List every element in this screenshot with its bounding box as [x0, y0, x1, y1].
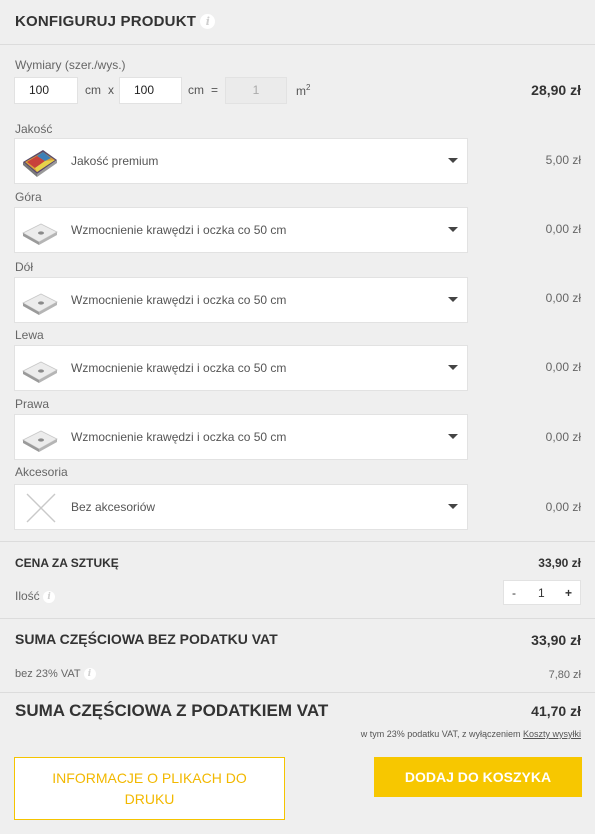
eyelet-edge-icon	[22, 361, 58, 383]
accessories-selected-value: Bez akcesoriów	[71, 500, 156, 514]
increment-button[interactable]: +	[565, 586, 572, 600]
subtotal-net-label: SUMA CZĘŚCIOWA BEZ PODATKU VAT	[15, 631, 278, 647]
quality-label: Jakość	[15, 122, 53, 136]
product-configurator-panel: KONFIGURUJ PRODUKT i Wymiary (szer./wys.…	[0, 0, 595, 834]
divider	[0, 618, 595, 619]
chevron-down-icon	[448, 504, 458, 509]
height-input[interactable]: 100	[119, 77, 182, 104]
top-edge-selected-value: Wzmocnienie krawędzi i oczka co 50 cm	[71, 223, 287, 237]
quality-selected-value: Jakość premium	[71, 154, 159, 168]
chevron-down-icon	[448, 434, 458, 439]
quality-price: 5,00 zł	[545, 153, 581, 167]
left-edge-price: 0,00 zł	[545, 360, 581, 374]
right-edge-select[interactable]: Wzmocnienie krawędzi i oczka co 50 cm	[14, 414, 468, 460]
divider	[0, 541, 595, 542]
top-edge-select[interactable]: Wzmocnienie krawędzi i oczka co 50 cm	[14, 207, 468, 253]
times-sign: x	[108, 83, 114, 97]
eyelet-edge-icon	[22, 430, 58, 452]
eyelet-edge-icon	[22, 293, 58, 315]
bottom-edge-label: Dół	[15, 260, 34, 274]
info-icon[interactable]: i	[200, 14, 216, 29]
accessories-price: 0,00 zł	[545, 500, 581, 514]
add-to-cart-button[interactable]: DODAJ DO KOSZYKA	[374, 757, 582, 797]
bottom-edge-select[interactable]: Wzmocnienie krawędzi i oczka co 50 cm	[14, 277, 468, 323]
height-unit: cm	[188, 83, 204, 97]
configurator-header: KONFIGURUJ PRODUKT i	[0, 0, 595, 45]
quantity-label: Ilość	[15, 589, 40, 603]
top-edge-label: Góra	[15, 190, 42, 204]
print-files-info-label-line1: INFORMACJE O PLIKACH DO	[52, 770, 247, 786]
quality-select[interactable]: Jakość premium	[14, 138, 468, 184]
subtotal-gross-value: 41,70 zł	[531, 703, 581, 719]
vat-value: 7,80 zł	[548, 669, 581, 681]
right-edge-price: 0,00 zł	[545, 430, 581, 444]
width-unit: cm	[85, 83, 101, 97]
chevron-down-icon	[448, 297, 458, 302]
vat-note-text: w tym 23% podatku VAT, z wyłączeniem	[360, 729, 523, 739]
premium-print-icon	[23, 150, 57, 177]
quantity-value[interactable]: 1	[538, 586, 545, 600]
area-unit-base: m	[296, 84, 306, 98]
subtotal-gross-label: SUMA CZĘŚCIOWA Z PODATKIEM VAT	[15, 701, 329, 720]
divider	[0, 692, 595, 693]
subtotal-net-value: 33,90 zł	[531, 632, 581, 648]
vat-label-wrap: bez 23% VAT i	[15, 668, 96, 680]
dimensions-price: 28,90 zł	[531, 82, 581, 98]
page-title: KONFIGURUJ PRODUKT i	[15, 13, 216, 30]
right-edge-selected-value: Wzmocnienie krawędzi i oczka co 50 cm	[71, 430, 287, 444]
shipping-costs-link[interactable]: Koszty wysyłki	[523, 729, 581, 739]
quantity-stepper[interactable]: - 1 +	[503, 580, 581, 605]
vat-label: bez 23% VAT	[15, 668, 81, 680]
page-title-text: KONFIGURUJ PRODUKT	[15, 13, 197, 30]
chevron-down-icon	[448, 158, 458, 163]
area-unit-exponent: 2	[306, 83, 311, 92]
dimensions-label: Wymiary (szer./wys.)	[15, 58, 126, 72]
accessories-select[interactable]: Bez akcesoriów	[14, 484, 468, 530]
area-unit: m2	[296, 83, 310, 98]
vat-note: w tym 23% podatku VAT, z wyłączeniem Kos…	[361, 729, 581, 739]
left-edge-selected-value: Wzmocnienie krawędzi i oczka co 50 cm	[71, 361, 287, 375]
info-icon[interactable]: i	[83, 668, 96, 680]
accessories-label: Akcesoria	[15, 465, 68, 479]
right-edge-label: Prawa	[15, 397, 50, 411]
equals-sign: =	[211, 83, 219, 97]
print-files-info-button[interactable]: INFORMACJE O PLIKACH DO DRUKU	[14, 757, 285, 820]
area-field: 1	[225, 77, 287, 104]
bottom-edge-price: 0,00 zł	[545, 291, 581, 305]
none-cross-icon	[26, 493, 56, 523]
unit-price-label: CENA ZA SZTUKĘ	[15, 556, 119, 570]
eyelet-edge-icon	[22, 223, 58, 245]
width-input[interactable]: 100	[14, 77, 78, 104]
quantity-label-wrap: Ilość i	[15, 589, 56, 603]
chevron-down-icon	[448, 365, 458, 370]
unit-price-value: 33,90 zł	[538, 556, 581, 570]
left-edge-label: Lewa	[15, 328, 44, 342]
left-edge-select[interactable]: Wzmocnienie krawędzi i oczka co 50 cm	[14, 345, 468, 391]
decrement-button[interactable]: -	[512, 586, 516, 600]
info-icon[interactable]: i	[43, 591, 56, 603]
bottom-edge-selected-value: Wzmocnienie krawędzi i oczka co 50 cm	[71, 293, 287, 307]
chevron-down-icon	[448, 227, 458, 232]
print-files-info-label-line2: DRUKU	[124, 791, 175, 807]
top-edge-price: 0,00 zł	[545, 222, 581, 236]
